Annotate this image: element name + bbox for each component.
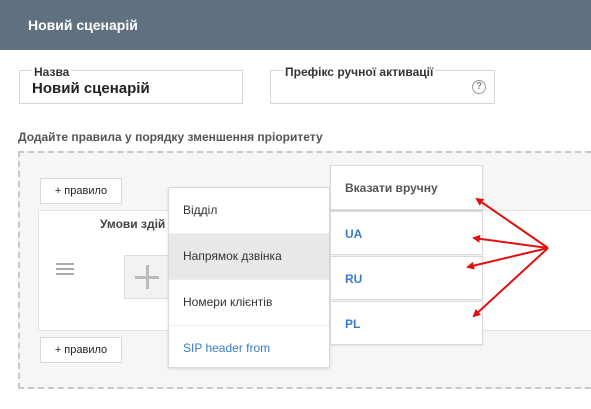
arrow-to-pl: [472, 247, 549, 318]
annotation-arrows: [466, 197, 549, 318]
arrow-to-ru: [466, 247, 549, 270]
